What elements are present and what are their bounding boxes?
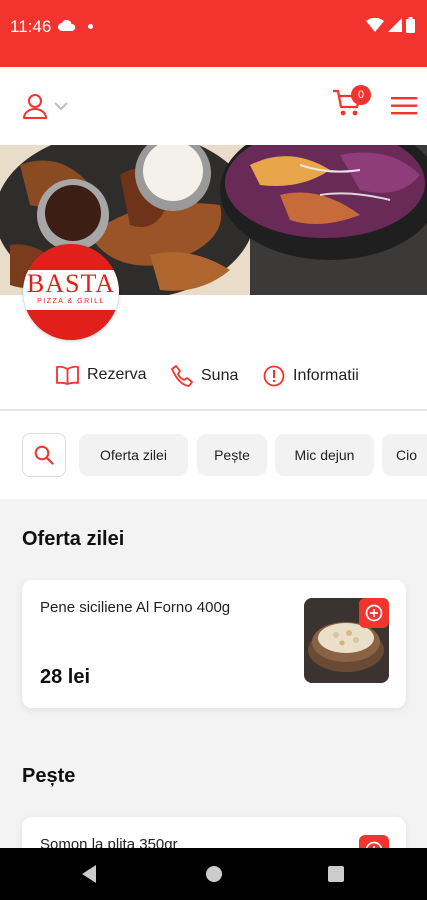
chevron-down-icon [54, 101, 68, 110]
search-button[interactable] [22, 433, 66, 477]
battery-icon [406, 17, 415, 33]
reserve-button[interactable]: Rezerva [56, 365, 147, 385]
menu-section-oferta-zilei: Oferta zilei Pene siciliene Al Forno 400… [0, 499, 427, 735]
user-menu[interactable] [22, 93, 68, 119]
recents-button[interactable] [328, 866, 344, 887]
back-button[interactable] [80, 864, 98, 889]
user-icon [23, 94, 47, 119]
app-header: 0 [0, 67, 427, 145]
restaurant-logo: BASTA PIZZA & GRILL [23, 244, 119, 340]
call-label: Suna [201, 367, 239, 384]
plus-circle-icon [365, 604, 383, 622]
book-icon [56, 365, 79, 385]
product-name: Somon la plita 350gr [40, 836, 178, 848]
product-card[interactable]: Pene siciliene Al Forno 400g 28 lei [22, 580, 406, 708]
category-filter-bar: Oferta zilei Pește Mic dejun Cio [0, 411, 427, 499]
back-triangle-icon [82, 865, 96, 883]
phone-icon [171, 365, 193, 387]
system-icons [366, 17, 415, 33]
category-chip-peste[interactable]: Pește [197, 434, 267, 476]
home-circle-icon [206, 866, 222, 882]
notification-dot-icon [88, 24, 93, 29]
info-label: Informatii [293, 367, 359, 384]
product-name: Pene siciliene Al Forno 400g [40, 599, 231, 616]
info-button[interactable]: Informatii [263, 365, 359, 387]
status-time: 11:46 [10, 17, 52, 36]
add-to-cart-button[interactable] [359, 598, 389, 628]
section-title: Pește [22, 765, 76, 787]
cart-count-badge: 0 [351, 85, 371, 105]
product-card[interactable]: Somon la plita 350gr [22, 817, 406, 848]
logo-subtitle: PIZZA & GRILL [37, 298, 105, 305]
cloud-icon [58, 19, 76, 37]
reserve-label: Rezerva [87, 366, 147, 383]
add-to-cart-button[interactable] [359, 835, 389, 848]
logo-name: BASTA [26, 269, 116, 298]
status-bar: 11:46 [0, 0, 427, 67]
hamburger-menu-icon[interactable] [391, 97, 417, 120]
category-chip-partial[interactable]: Cio [382, 434, 427, 476]
recents-square-icon [328, 866, 344, 882]
category-chip-oferta-zilei[interactable]: Oferta zilei [79, 434, 188, 476]
system-navigation-bar [0, 848, 427, 900]
restaurant-actions: Rezerva Suna Informatii [0, 365, 427, 393]
search-icon [34, 445, 54, 465]
home-button[interactable] [205, 865, 223, 888]
signal-icon [388, 18, 402, 32]
product-price: 28 lei [40, 666, 91, 688]
plus-circle-icon [365, 841, 383, 848]
menu-section-peste: Pește Somon la plita 350gr [0, 735, 427, 848]
category-chip-mic-dejun[interactable]: Mic dejun [275, 434, 374, 476]
section-title: Oferta zilei [22, 528, 125, 550]
info-icon [263, 365, 285, 387]
call-button[interactable]: Suna [171, 365, 238, 387]
wifi-icon [366, 18, 384, 32]
